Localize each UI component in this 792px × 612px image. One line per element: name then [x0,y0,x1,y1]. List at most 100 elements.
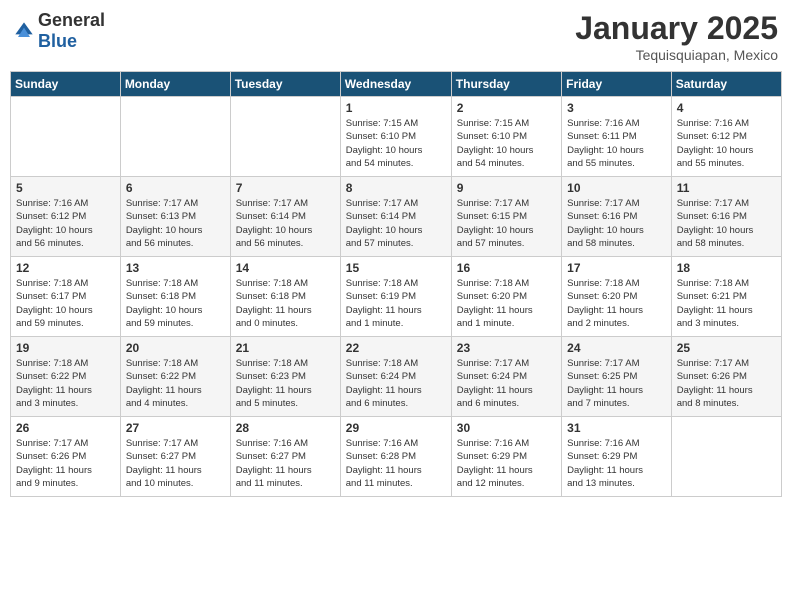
day-number: 25 [677,341,776,355]
weekday-header-wednesday: Wednesday [340,72,451,97]
calendar-cell: 13 Sunrise: 7:18 AM Sunset: 6:18 PM Dayli… [120,257,230,337]
day-info: Sunrise: 7:17 AM Sunset: 6:13 PM Dayligh… [126,197,225,250]
day-info: Sunrise: 7:17 AM Sunset: 6:16 PM Dayligh… [567,197,666,250]
calendar-cell [671,417,781,497]
calendar-cell: 14 Sunrise: 7:18 AM Sunset: 6:18 PM Dayli… [230,257,340,337]
day-number: 6 [126,181,225,195]
day-number: 12 [16,261,115,275]
day-number: 21 [236,341,335,355]
calendar-week-row: 5 Sunrise: 7:16 AM Sunset: 6:12 PM Daylig… [11,177,782,257]
weekday-header-saturday: Saturday [671,72,781,97]
day-info: Sunrise: 7:18 AM Sunset: 6:24 PM Dayligh… [346,357,446,410]
day-info: Sunrise: 7:17 AM Sunset: 6:15 PM Dayligh… [457,197,556,250]
day-number: 17 [567,261,666,275]
day-number: 14 [236,261,335,275]
day-number: 19 [16,341,115,355]
day-number: 8 [346,181,446,195]
calendar-cell: 5 Sunrise: 7:16 AM Sunset: 6:12 PM Daylig… [11,177,121,257]
calendar-cell: 11 Sunrise: 7:17 AM Sunset: 6:16 PM Dayli… [671,177,781,257]
day-info: Sunrise: 7:18 AM Sunset: 6:22 PM Dayligh… [126,357,225,410]
day-info: Sunrise: 7:16 AM Sunset: 6:12 PM Dayligh… [677,117,776,170]
calendar-week-row: 1 Sunrise: 7:15 AM Sunset: 6:10 PM Daylig… [11,97,782,177]
day-info: Sunrise: 7:15 AM Sunset: 6:10 PM Dayligh… [346,117,446,170]
day-number: 7 [236,181,335,195]
calendar-cell: 26 Sunrise: 7:17 AM Sunset: 6:26 PM Dayli… [11,417,121,497]
day-number: 15 [346,261,446,275]
day-info: Sunrise: 7:17 AM Sunset: 6:25 PM Dayligh… [567,357,666,410]
day-info: Sunrise: 7:16 AM Sunset: 6:27 PM Dayligh… [236,437,335,490]
day-info: Sunrise: 7:16 AM Sunset: 6:12 PM Dayligh… [16,197,115,250]
calendar-cell: 17 Sunrise: 7:18 AM Sunset: 6:20 PM Dayli… [562,257,672,337]
day-number: 1 [346,101,446,115]
calendar-cell: 16Sunrise: 7:18 AM Sunset: 6:20 PM Dayli… [451,257,561,337]
title-block: January 2025 Tequisquiapan, Mexico [575,10,778,63]
day-info: Sunrise: 7:18 AM Sunset: 6:20 PM Dayligh… [457,277,556,330]
calendar-cell: 7 Sunrise: 7:17 AM Sunset: 6:14 PM Daylig… [230,177,340,257]
calendar-cell: 12 Sunrise: 7:18 AM Sunset: 6:17 PM Dayli… [11,257,121,337]
day-number: 26 [16,421,115,435]
day-number: 18 [677,261,776,275]
calendar-cell: 20 Sunrise: 7:18 AM Sunset: 6:22 PM Dayli… [120,337,230,417]
weekday-header-sunday: Sunday [11,72,121,97]
weekday-header-monday: Monday [120,72,230,97]
calendar-cell: 24 Sunrise: 7:17 AM Sunset: 6:25 PM Dayli… [562,337,672,417]
day-number: 27 [126,421,225,435]
day-number: 30 [457,421,556,435]
calendar-table: SundayMondayTuesdayWednesdayThursdayFrid… [10,71,782,497]
day-number: 3 [567,101,666,115]
calendar-cell: 23 Sunrise: 7:17 AM Sunset: 6:24 PM Dayli… [451,337,561,417]
calendar-cell [120,97,230,177]
page-header: General Blue January 2025 Tequisquiapan,… [10,10,782,63]
calendar-cell [11,97,121,177]
calendar-cell: 29Sunrise: 7:16 AM Sunset: 6:28 PM Dayli… [340,417,451,497]
calendar-cell: 1 Sunrise: 7:15 AM Sunset: 6:10 PM Daylig… [340,97,451,177]
day-info: Sunrise: 7:18 AM Sunset: 6:21 PM Dayligh… [677,277,776,330]
day-info: Sunrise: 7:17 AM Sunset: 6:24 PM Dayligh… [457,357,556,410]
day-info: Sunrise: 7:18 AM Sunset: 6:19 PM Dayligh… [346,277,446,330]
day-info: Sunrise: 7:17 AM Sunset: 6:14 PM Dayligh… [236,197,335,250]
calendar-cell: 27Sunrise: 7:17 AM Sunset: 6:27 PM Dayli… [120,417,230,497]
day-number: 11 [677,181,776,195]
calendar-cell: 4 Sunrise: 7:16 AM Sunset: 6:12 PM Daylig… [671,97,781,177]
day-number: 22 [346,341,446,355]
day-number: 5 [16,181,115,195]
weekday-header-row: SundayMondayTuesdayWednesdayThursdayFrid… [11,72,782,97]
logo-general: General [38,10,105,30]
day-info: Sunrise: 7:16 AM Sunset: 6:11 PM Dayligh… [567,117,666,170]
day-number: 20 [126,341,225,355]
weekday-header-tuesday: Tuesday [230,72,340,97]
logo: General Blue [14,10,105,52]
day-number: 9 [457,181,556,195]
location: Tequisquiapan, Mexico [575,47,778,63]
day-info: Sunrise: 7:18 AM Sunset: 6:17 PM Dayligh… [16,277,115,330]
day-info: Sunrise: 7:15 AM Sunset: 6:10 PM Dayligh… [457,117,556,170]
day-info: Sunrise: 7:18 AM Sunset: 6:22 PM Dayligh… [16,357,115,410]
day-info: Sunrise: 7:18 AM Sunset: 6:20 PM Dayligh… [567,277,666,330]
day-number: 13 [126,261,225,275]
day-number: 28 [236,421,335,435]
day-info: Sunrise: 7:18 AM Sunset: 6:18 PM Dayligh… [126,277,225,330]
calendar-cell: 3 Sunrise: 7:16 AM Sunset: 6:11 PM Daylig… [562,97,672,177]
logo-icon [14,21,34,41]
day-number: 4 [677,101,776,115]
day-number: 31 [567,421,666,435]
calendar-cell: 6 Sunrise: 7:17 AM Sunset: 6:13 PM Daylig… [120,177,230,257]
weekday-header-friday: Friday [562,72,672,97]
calendar-cell: 25 Sunrise: 7:17 AM Sunset: 6:26 PM Dayli… [671,337,781,417]
calendar-cell: 19 Sunrise: 7:18 AM Sunset: 6:22 PM Dayli… [11,337,121,417]
day-number: 2 [457,101,556,115]
day-info: Sunrise: 7:17 AM Sunset: 6:26 PM Dayligh… [677,357,776,410]
calendar-cell: 15 Sunrise: 7:18 AM Sunset: 6:19 PM Dayli… [340,257,451,337]
day-number: 24 [567,341,666,355]
calendar-cell: 10Sunrise: 7:17 AM Sunset: 6:16 PM Dayli… [562,177,672,257]
day-info: Sunrise: 7:17 AM Sunset: 6:26 PM Dayligh… [16,437,115,490]
day-info: Sunrise: 7:16 AM Sunset: 6:29 PM Dayligh… [567,437,666,490]
calendar-cell: 9 Sunrise: 7:17 AM Sunset: 6:15 PM Daylig… [451,177,561,257]
weekday-header-thursday: Thursday [451,72,561,97]
day-number: 23 [457,341,556,355]
day-info: Sunrise: 7:17 AM Sunset: 6:16 PM Dayligh… [677,197,776,250]
day-info: Sunrise: 7:18 AM Sunset: 6:18 PM Dayligh… [236,277,335,330]
calendar-week-row: 19 Sunrise: 7:18 AM Sunset: 6:22 PM Dayli… [11,337,782,417]
calendar-week-row: 12 Sunrise: 7:18 AM Sunset: 6:17 PM Dayli… [11,257,782,337]
calendar-week-row: 26 Sunrise: 7:17 AM Sunset: 6:26 PM Dayli… [11,417,782,497]
